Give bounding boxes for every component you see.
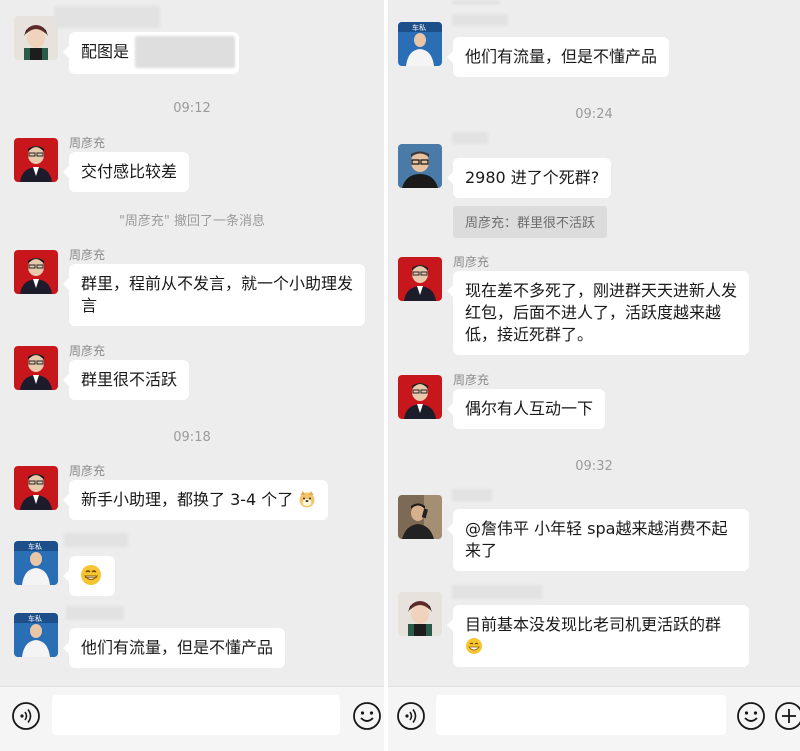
- input-bar: [388, 686, 800, 751]
- message-text: @詹伟平 小年轻 spa越来越消费不起来了: [465, 519, 728, 560]
- grin-emoji-icon: [80, 564, 102, 586]
- message-text: 群里很不活跃: [81, 370, 178, 389]
- avatar-zhou[interactable]: [14, 346, 58, 390]
- message-bubble[interactable]: @詹伟平 小年轻 spa越来越消费不起来了: [447, 509, 749, 571]
- voice-icon[interactable]: [11, 701, 41, 731]
- message-bubble[interactable]: 群里，程前从不发言，就一个小助理发言: [63, 264, 365, 326]
- message-bubble[interactable]: [63, 556, 115, 596]
- message-bubble[interactable]: 他们有流量，但是不懂产品: [446, 37, 670, 77]
- message-text: 目前基本没发现比老司机更活跃的群: [465, 615, 722, 634]
- right-chat-panel: 车私 他们有流量，但是不懂产品 09:24 2980 进了个死群? 周彦充：群里…: [388, 0, 800, 751]
- message-text: 2980 进了个死群?: [465, 168, 600, 187]
- message-text: 交付感比较差: [81, 162, 178, 181]
- doge-emoji-icon: [298, 490, 316, 508]
- grin-sweat-emoji-icon: [465, 637, 483, 655]
- sender-name: 周彦充: [453, 255, 490, 269]
- avatar-anime[interactable]: [398, 592, 442, 636]
- avatar-presenter[interactable]: 车私: [14, 541, 58, 585]
- avatar-bald[interactable]: [398, 144, 442, 188]
- avatar-zhou[interactable]: [398, 257, 442, 301]
- redacted-name: [54, 6, 160, 28]
- message-text: 他们有流量，但是不懂产品: [81, 638, 274, 657]
- timestamp: 09:18: [173, 430, 211, 445]
- avatar-zhou[interactable]: [14, 466, 58, 510]
- message-bubble[interactable]: 现在差不多死了，刚进群天天进新人发红包，后面不进人了，活跃度越来越低，接近死群了…: [447, 271, 749, 355]
- avatar-zhou[interactable]: [14, 138, 58, 182]
- avatar-phone-man[interactable]: [398, 495, 442, 539]
- message-text: 现在差不多死了，刚进群天天进新人发红包，后面不进人了，活跃度越来越低，接近死群了…: [465, 281, 738, 344]
- sender-name: 周彦充: [69, 248, 106, 262]
- message-text: 他们有流量，但是不懂产品: [465, 47, 658, 66]
- redacted-name: [452, 489, 492, 501]
- quoted-message[interactable]: 周彦充：群里很不活跃: [453, 206, 608, 238]
- redacted-content: [135, 36, 235, 68]
- svg-text:车私: 车私: [28, 542, 42, 551]
- redacted-name: [66, 606, 124, 620]
- emoji-icon[interactable]: [352, 701, 382, 731]
- input-bar: [0, 686, 384, 751]
- voice-icon[interactable]: [396, 701, 426, 731]
- avatar-anime[interactable]: [14, 16, 58, 60]
- timestamp: 09:32: [575, 459, 613, 474]
- avatar-presenter[interactable]: 车私: [398, 22, 442, 66]
- left-chat-panel: 配图是 09:12 周彦充 交付感比较差 "周彦充" 撤回了一条消息 周彦充 群…: [0, 0, 384, 751]
- redacted-name: [64, 533, 128, 547]
- redacted-content: [452, 0, 500, 4]
- message-text: 新手小助理，都换了 3-4 个了: [81, 490, 294, 509]
- emoji-icon[interactable]: [736, 701, 766, 731]
- sender-name: 周彦充: [69, 464, 106, 478]
- plus-icon[interactable]: [774, 701, 800, 731]
- message-text: 偶尔有人互动一下: [465, 399, 594, 418]
- message-input[interactable]: [436, 695, 726, 735]
- message-bubble[interactable]: 新手小助理，都换了 3-4 个了: [62, 480, 329, 520]
- message-bubble[interactable]: 交付感比较差: [62, 152, 190, 192]
- sender-name: 周彦充: [69, 136, 106, 150]
- timestamp: 09:24: [575, 107, 613, 122]
- svg-text:车私: 车私: [412, 23, 426, 32]
- redacted-name: [452, 14, 508, 26]
- sender-name: 周彦充: [453, 373, 490, 387]
- message-input[interactable]: [52, 695, 340, 735]
- message-text: 配图是: [81, 42, 130, 61]
- redacted-name: [452, 585, 542, 599]
- avatar-presenter[interactable]: 车私: [14, 613, 58, 657]
- recall-notice: "周彦充" 撤回了一条消息: [118, 214, 266, 229]
- message-bubble[interactable]: 2980 进了个死群?: [446, 158, 612, 198]
- message-bubble[interactable]: 目前基本没发现比老司机更活跃的群: [447, 605, 749, 667]
- message-text: 群里，程前从不发言，就一个小助理发言: [81, 274, 354, 315]
- timestamp: 09:12: [173, 101, 211, 116]
- redacted-name: [452, 132, 488, 144]
- sender-name: 周彦充: [69, 344, 106, 358]
- message-bubble[interactable]: 他们有流量，但是不懂产品: [62, 628, 286, 668]
- message-bubble[interactable]: 偶尔有人互动一下: [446, 389, 606, 429]
- avatar-zhou[interactable]: [14, 250, 58, 294]
- svg-text:车私: 车私: [28, 614, 42, 623]
- message-bubble[interactable]: 群里很不活跃: [62, 360, 190, 400]
- avatar-zhou[interactable]: [398, 375, 442, 419]
